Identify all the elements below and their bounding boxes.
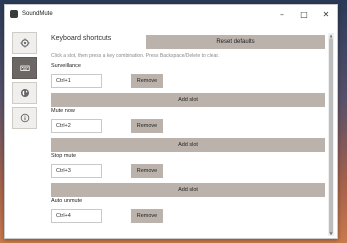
scrollbar-thumb[interactable]: [329, 38, 333, 234]
window-title: SoundMute: [22, 11, 53, 17]
maximize-button[interactable]: □: [293, 5, 315, 23]
add-slot-button[interactable]: Add slot: [51, 93, 325, 107]
sidebar-item-about[interactable]: [12, 107, 37, 129]
add-slot-button[interactable]: Add slot: [51, 138, 325, 152]
key-slot-input[interactable]: Ctrl+3: [51, 164, 102, 178]
remove-slot-button[interactable]: Remove: [131, 209, 163, 223]
panel-header: Keyboard shortcuts Reset defaults: [48, 32, 325, 49]
shortcuts-panel: Keyboard shortcuts Reset defaults Click …: [48, 32, 325, 238]
title-bar: SoundMute – □ ✕: [5, 5, 337, 23]
shortcut-name: Auto unmute: [51, 198, 83, 204]
key-slot-input[interactable]: Ctrl+4: [51, 209, 102, 223]
globe-icon: [20, 88, 30, 98]
key-slot-input[interactable]: Ctrl+1: [51, 74, 102, 88]
keyboard-icon: [19, 63, 30, 73]
shortcut-name: Stop mute: [51, 153, 77, 159]
sidebar-item-keyboard[interactable]: [12, 57, 37, 79]
remove-slot-button[interactable]: Remove: [131, 119, 163, 133]
remove-slot-button[interactable]: Remove: [131, 74, 163, 88]
key-slot-input[interactable]: Ctrl+2: [51, 119, 102, 133]
app-logo-icon: [10, 10, 18, 18]
shortcut-name: Surveillance: [51, 63, 81, 69]
gear-icon: [20, 38, 30, 48]
add-slot-button[interactable]: Add slot: [51, 183, 325, 197]
scroll-down-arrow-icon[interactable]: ▼: [328, 231, 334, 236]
remove-slot-button[interactable]: Remove: [131, 164, 163, 178]
reset-defaults-button[interactable]: Reset defaults: [146, 35, 325, 49]
sidebar: [5, 23, 41, 238]
minimize-button[interactable]: –: [271, 5, 293, 23]
page-title: Keyboard shortcuts: [51, 35, 112, 42]
close-button[interactable]: ✕: [315, 5, 337, 23]
info-icon: [20, 113, 30, 123]
sidebar-item-general[interactable]: [12, 32, 37, 54]
shortcut-name: Mute now: [51, 108, 75, 114]
instructions-text: Click a slot, then press a key combinati…: [51, 53, 220, 59]
sidebar-item-language[interactable]: [12, 82, 37, 104]
window-controls: – □ ✕: [271, 5, 337, 23]
app-window: SoundMute – □ ✕ Keyboard shortcuts Reset…: [4, 4, 338, 239]
vertical-scrollbar[interactable]: ▲ ▼: [328, 33, 334, 236]
